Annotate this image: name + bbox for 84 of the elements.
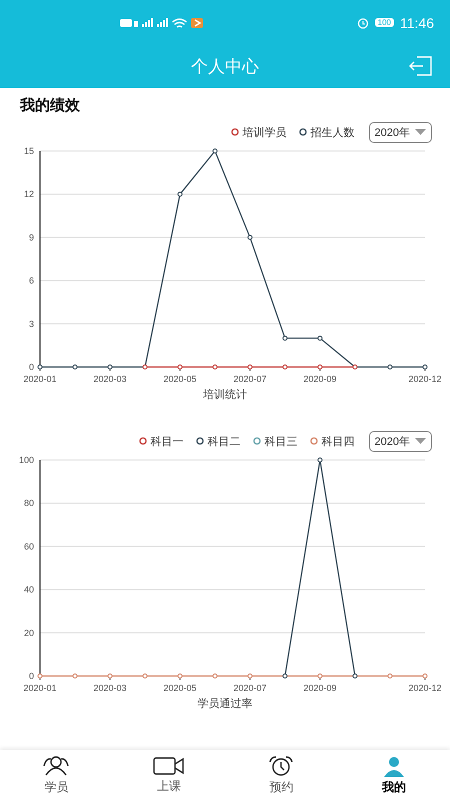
caret-icon — [415, 438, 426, 444]
x-tick-label: 2020-01 — [23, 374, 57, 384]
data-point — [38, 674, 42, 678]
x-tick-label: 2020-03 — [93, 374, 127, 384]
x-tick-label: 2020-12 — [408, 683, 442, 693]
section-title: 我的绩效 — [18, 96, 81, 116]
legend-label[interactable]: 科目三 — [264, 434, 298, 448]
y-tick-label: 20 — [24, 628, 34, 638]
people-icon — [41, 754, 72, 776]
caret-icon — [415, 129, 426, 135]
signal-icon — [142, 18, 153, 27]
data-point — [108, 364, 112, 370]
data-point — [388, 364, 392, 370]
data-point — [282, 674, 288, 678]
data-point — [212, 674, 218, 678]
y-tick-label: 80 — [24, 498, 34, 508]
y-tick-label: 6 — [28, 276, 34, 286]
alarm-clock-icon — [267, 754, 296, 776]
data-point — [38, 364, 42, 370]
data-point — [178, 192, 182, 197]
y-tick-label: 3 — [28, 318, 34, 329]
data-point — [142, 674, 148, 678]
data-point — [282, 364, 288, 370]
y-tick-label: 12 — [24, 189, 34, 200]
data-point — [72, 674, 78, 678]
y-tick-label: 0 — [28, 671, 34, 681]
x-tick-label: 2020-07 — [233, 683, 267, 693]
chart-title: 学员通过率 — [198, 696, 252, 711]
legend-label[interactable]: 科目一 — [150, 434, 184, 448]
y-tick-label: 100 — [18, 455, 34, 465]
page-title: 个人中心 — [191, 56, 259, 78]
data-point — [422, 364, 428, 370]
x-tick-label: 2020-01 — [23, 683, 57, 693]
x-tick-label: 2020-09 — [303, 683, 337, 693]
legend-label[interactable]: 招生人数 — [310, 124, 355, 140]
y-tick-label: 0 — [28, 362, 34, 372]
x-tick-label: 2020-07 — [233, 374, 267, 384]
data-point — [388, 674, 392, 678]
x-tick-label: 2020-12 — [408, 374, 442, 384]
x-tick-label: 2020-05 — [163, 374, 197, 384]
year-dropdown[interactable]: 2020年 — [368, 122, 432, 142]
alarm-icon — [356, 16, 369, 28]
data-point — [318, 336, 322, 341]
app-notification-icon — [191, 18, 203, 28]
data-point — [422, 674, 428, 678]
data-point — [212, 148, 218, 154]
nav-tab[interactable]: 我的 — [338, 750, 450, 800]
data-point — [282, 336, 288, 341]
data-point — [352, 364, 358, 370]
battery-level: 100 — [374, 18, 394, 27]
nav-tab[interactable]: 预约 — [225, 750, 338, 800]
legend-label[interactable]: 科目四 — [322, 434, 355, 448]
year-dropdown[interactable]: 2020年 — [368, 430, 432, 452]
data-point — [352, 674, 358, 678]
chart-title: 培训统计 — [203, 388, 247, 402]
y-tick-label: 9 — [28, 232, 34, 242]
legend-label[interactable]: 科目二 — [208, 434, 241, 448]
data-point — [248, 674, 252, 678]
nav-tab[interactable]: 学员 — [0, 750, 112, 800]
data-point — [318, 458, 322, 462]
data-point — [72, 364, 78, 370]
clock-time: 11:46 — [400, 14, 434, 30]
nav-tab[interactable]: 上课 — [112, 750, 225, 800]
y-tick-label: 60 — [24, 541, 34, 552]
data-point — [212, 364, 218, 370]
data-point — [178, 364, 182, 370]
logout-icon[interactable] — [408, 56, 432, 76]
video-camera-icon — [152, 756, 185, 776]
data-point — [318, 364, 322, 370]
x-tick-label: 2020-09 — [303, 374, 337, 384]
data-point — [108, 674, 112, 678]
legend-label[interactable]: 培训学员 — [242, 124, 287, 140]
wifi-icon — [172, 18, 187, 28]
data-point — [318, 674, 322, 678]
y-tick-label: 40 — [24, 584, 34, 595]
x-tick-label: 2020-05 — [163, 683, 197, 693]
x-tick-label: 2020-03 — [93, 683, 127, 693]
data-point — [248, 234, 252, 240]
data-point — [178, 674, 182, 678]
y-tick-label: 15 — [24, 146, 34, 156]
data-point — [142, 364, 148, 370]
data-point — [248, 364, 252, 370]
person-icon — [382, 754, 406, 776]
signal-icon — [157, 18, 168, 27]
